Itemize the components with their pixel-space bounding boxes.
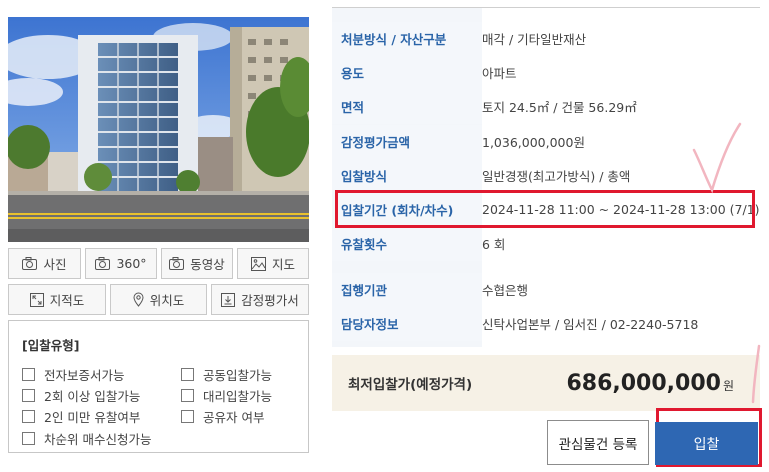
checkbox-label: 공유자 여부 xyxy=(203,410,265,425)
property-photo[interactable] xyxy=(8,17,309,242)
camera-icon xyxy=(22,257,38,270)
video-button[interactable]: 동영상 xyxy=(161,248,233,279)
camera-icon xyxy=(169,257,185,270)
checkbox-proxy-bid[interactable]: 대리입찰가능 xyxy=(181,386,272,405)
info-row-usage: 용도 아파트 xyxy=(332,56,760,90)
checkbox-box[interactable] xyxy=(22,368,35,381)
property-info-table: 처분방식 / 자산구분 매각 / 기타일반재산 용도 아파트 면적 토지 24.… xyxy=(332,7,760,347)
checkbox-label: 차순위 매수신청가능 xyxy=(44,432,152,447)
checkbox-under-two-fail[interactable]: 2인 미만 유찰여부 xyxy=(22,407,140,426)
info-row-executor: 집행기관 수협은행 xyxy=(332,273,760,307)
video-button-label: 동영상 xyxy=(190,257,225,272)
info-value: 일반경쟁(최고가방식) / 총액 xyxy=(482,169,631,185)
info-row-bid-period: 입찰기간 (회차/차수) 2024-11-28 11:00 ~ 2024-11-… xyxy=(332,193,760,227)
checkbox-multiple-bid[interactable]: 2회 이상 입찰가능 xyxy=(22,386,140,405)
view-360-button[interactable]: 360° xyxy=(85,248,157,279)
photo-button[interactable]: 사진 xyxy=(8,248,81,279)
checkbox-box[interactable] xyxy=(22,432,35,445)
checkbox-e-guarantee[interactable]: 전자보증서가능 xyxy=(22,365,125,384)
view-360-button-label: 360° xyxy=(116,256,147,271)
info-label: 처분방식 / 자산구분 xyxy=(332,22,482,56)
info-value: 수협은행 xyxy=(482,283,529,299)
bid-type-title: [입찰유형] xyxy=(22,338,80,353)
appraisal-report-button[interactable]: 감정평가서 xyxy=(211,284,309,315)
bid-button[interactable]: 입찰 xyxy=(655,422,758,465)
info-value: 1,036,000,000원 xyxy=(482,135,585,151)
map-button[interactable]: 지도 xyxy=(237,248,309,279)
checkbox-next-rank-purchase[interactable]: 차순위 매수신청가능 xyxy=(22,429,151,448)
checkbox-label: 2회 이상 입찰가능 xyxy=(44,389,141,404)
map-button-label: 지도 xyxy=(271,257,295,272)
photo-button-label: 사진 xyxy=(43,257,67,272)
checkbox-box[interactable] xyxy=(22,389,35,402)
info-row-contact: 담당자정보 신탁사업본부 / 임서진 / 02-2240-5718 xyxy=(332,307,760,341)
price-value: 686,000,000 원 xyxy=(566,371,734,396)
checkbox-label: 대리입찰가능 xyxy=(203,389,273,404)
info-value: 2024-11-28 11:00 ~ 2024-11-28 13:00 (7/1… xyxy=(482,202,760,218)
minimum-bid-price-box: 최저입찰가(예정가격) 686,000,000 원 xyxy=(332,355,760,411)
info-value: 아파트 xyxy=(482,66,517,82)
checkbox-co-owner[interactable]: 공유자 여부 xyxy=(181,407,264,426)
checkbox-label: 전자보증서가능 xyxy=(44,368,125,383)
checkbox-box[interactable] xyxy=(181,389,194,402)
info-label: 용도 xyxy=(332,56,482,90)
price-label: 최저입찰가(예정가격) xyxy=(348,377,473,393)
info-row-area: 면적 토지 24.5㎡ / 건물 56.29㎡ xyxy=(332,90,760,124)
info-label: 유찰횟수 xyxy=(332,227,482,261)
info-label: 담당자정보 xyxy=(332,307,482,341)
price-amount: 686,000,000 xyxy=(566,370,721,396)
appraisal-report-button-label: 감정평가서 xyxy=(241,293,299,308)
building-photo-image xyxy=(8,17,309,242)
info-row-appraisal: 감정평가금액 1,036,000,000원 xyxy=(332,125,760,159)
cadastral-map-button-label: 지적도 xyxy=(49,293,85,308)
bid-type-panel: [입찰유형] 전자보증서가능 공동입찰가능 2회 이상 입찰가능 대리입찰가능 … xyxy=(8,320,309,453)
camera-icon xyxy=(95,257,111,270)
expand-icon xyxy=(29,292,44,307)
media-button-row-2: 지적도 위치도 감정평가서 xyxy=(8,284,309,315)
location-map-button[interactable]: 위치도 xyxy=(110,284,207,315)
checkbox-joint-bid[interactable]: 공동입찰가능 xyxy=(181,365,272,384)
location-pin-icon xyxy=(133,292,144,307)
checkbox-box[interactable] xyxy=(22,410,35,423)
cadastral-map-button[interactable]: 지적도 xyxy=(8,284,106,315)
info-label: 입찰방식 xyxy=(332,159,482,193)
info-label: 입찰기간 (회차/차수) xyxy=(332,193,482,227)
info-row-bid-method: 입찰방식 일반경쟁(최고가방식) / 총액 xyxy=(332,159,760,193)
checkbox-box[interactable] xyxy=(181,368,194,381)
map-image-icon xyxy=(250,256,266,271)
location-map-button-label: 위치도 xyxy=(149,293,185,308)
info-value: 토지 24.5㎡ / 건물 56.29㎡ xyxy=(482,100,637,116)
info-label: 감정평가금액 xyxy=(332,125,482,159)
checkbox-label: 공동입찰가능 xyxy=(203,368,273,383)
download-icon xyxy=(221,292,236,307)
add-favorite-button[interactable]: 관심물건 등록 xyxy=(547,420,649,465)
info-label: 집행기관 xyxy=(332,273,482,307)
checkbox-box[interactable] xyxy=(181,410,194,423)
info-row-disposal-method: 처분방식 / 자산구분 매각 / 기타일반재산 xyxy=(332,22,760,56)
checkbox-label: 2인 미만 유찰여부 xyxy=(44,410,141,425)
info-label: 면적 xyxy=(332,90,482,124)
info-value: 매각 / 기타일반재산 xyxy=(482,32,587,48)
info-row-fail-count: 유찰횟수 6 회 xyxy=(332,227,760,261)
info-value: 6 회 xyxy=(482,237,506,253)
price-unit: 원 xyxy=(722,378,734,393)
info-value: 신탁사업본부 / 임서진 / 02-2240-5718 xyxy=(482,317,699,333)
media-button-row-1: 사진 360° 동영상 지도 xyxy=(8,248,309,279)
